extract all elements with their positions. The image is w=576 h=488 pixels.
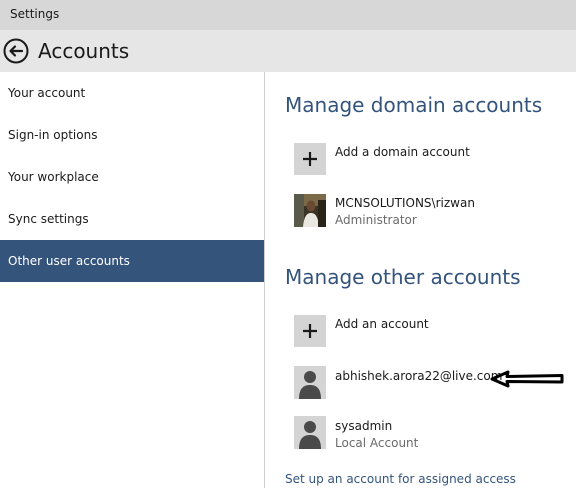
plus-icon [303,152,317,166]
other-account-row[interactable] [285,412,565,452]
plus-icon [303,324,317,338]
sidebar-item-sync-settings[interactable]: Sync settings [0,198,264,240]
sidebar-item-label: Your account [8,86,86,100]
sidebar: Your account Sign-in options Your workpl… [0,72,265,488]
add-account-tile[interactable] [294,315,326,347]
section-title-domain-accounts: Manage domain accounts [285,93,543,117]
add-account-label: Add an account [335,317,429,331]
user-placeholder-icon [294,416,326,449]
sidebar-item-label: Sync settings [8,212,89,226]
add-domain-account-tile[interactable] [294,143,326,175]
domain-account-role: Administrator [335,213,417,227]
sidebar-item-sign-in-options[interactable]: Sign-in options [0,114,264,156]
avatar [294,366,326,399]
page-header: Accounts [0,30,576,72]
other-account-name: sysadmin [335,419,393,433]
main-content: Manage domain accounts Add a domain acco… [265,72,576,488]
other-account-role: Local Account [335,436,419,450]
sidebar-item-label: Other user accounts [8,254,130,268]
sidebar-item-label: Sign-in options [8,128,98,142]
sidebar-item-label: Your workplace [8,170,99,184]
page-title: Accounts [38,39,130,63]
add-domain-account-label: Add a domain account [335,145,470,159]
user-placeholder-icon [294,366,326,399]
sidebar-item-other-user-accounts[interactable]: Other user accounts [0,240,264,282]
avatar [294,194,326,227]
sidebar-item-your-account[interactable]: Your account [0,72,264,114]
domain-account-name: MCNSOLUTIONS\rizwan [335,196,475,210]
annotation-arrow-icon [490,370,564,388]
assigned-access-link[interactable]: Set up an account for assigned access [285,472,516,486]
sidebar-item-your-workplace[interactable]: Your workplace [0,156,264,198]
user-photo-icon [294,194,326,227]
other-account-name: abhishek.arora22@live.com [335,369,503,383]
back-arrow-icon [3,38,29,64]
section-title-other-accounts: Manage other accounts [285,265,521,289]
back-button[interactable] [3,38,29,64]
avatar [294,416,326,449]
window-titlebar: Settings [0,0,576,30]
window-title: Settings [10,7,60,21]
